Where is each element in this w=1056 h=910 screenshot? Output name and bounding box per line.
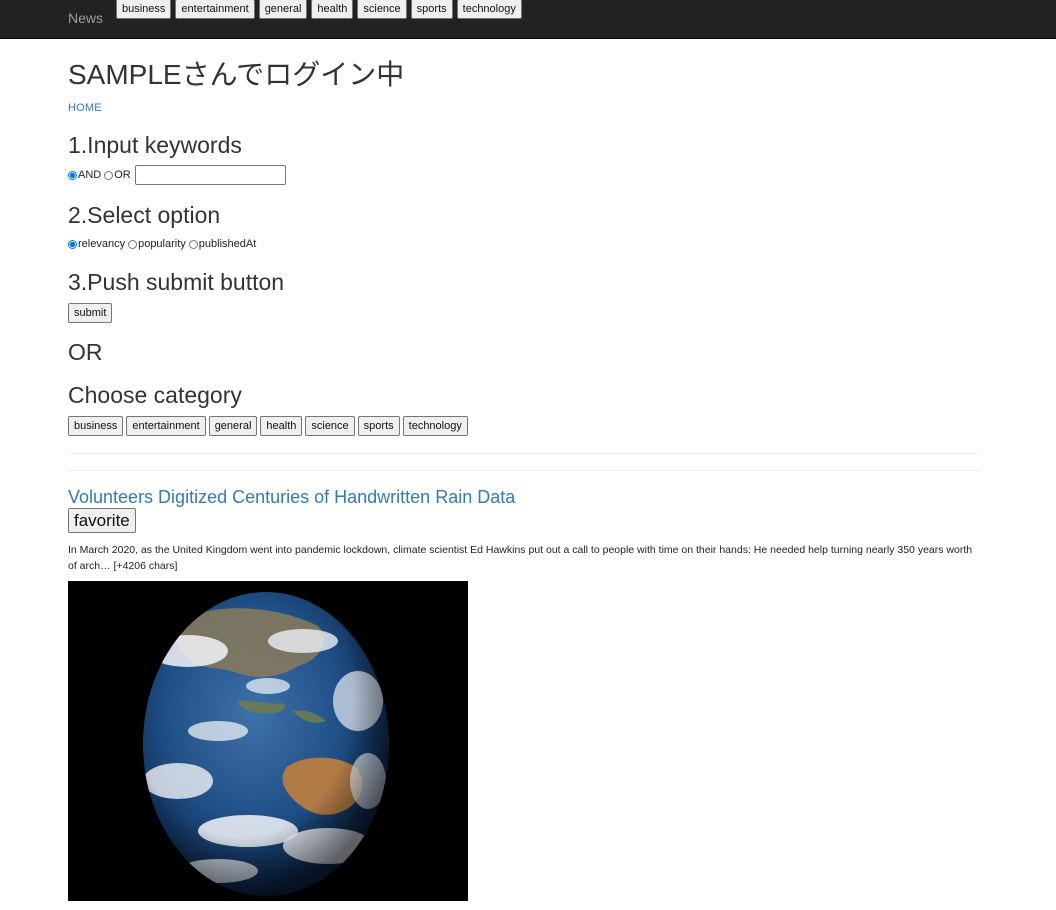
- keyword-input[interactable]: [134, 165, 286, 185]
- divider: [68, 453, 980, 454]
- sort-option-row: relevancy popularity publishedAt: [67, 238, 258, 250]
- publishedat-option[interactable]: publishedAt: [188, 238, 257, 250]
- page-title: SAMPLEさんでログイン中: [68, 59, 405, 90]
- category-buttons: business entertainment general health sc…: [68, 416, 468, 436]
- or-radio[interactable]: [104, 170, 114, 180]
- publishedat-radio[interactable]: [188, 239, 198, 249]
- popularity-label: popularity: [138, 238, 186, 250]
- top-navbar: News business entertainment general heal…: [0, 0, 1056, 39]
- or-heading: OR: [68, 339, 103, 365]
- relevancy-option[interactable]: relevancy: [67, 238, 125, 250]
- relevancy-label: relevancy: [78, 238, 126, 250]
- and-radio[interactable]: [68, 170, 77, 180]
- keyword-mode-row: AND OR: [67, 165, 286, 185]
- nav-category-technology[interactable]: technology: [456, 0, 522, 19]
- category-technology[interactable]: technology: [402, 416, 468, 436]
- favorite-button[interactable]: favorite: [68, 508, 136, 533]
- article-title-link[interactable]: Volunteers Digitized Centuries of Handwr…: [68, 486, 515, 508]
- category-business[interactable]: business: [68, 416, 124, 436]
- relevancy-radio[interactable]: [68, 239, 77, 249]
- navbar-brand[interactable]: News: [68, 10, 103, 26]
- article-description: In March 2020, as the United Kingdom wen…: [68, 544, 973, 572]
- nav-category-general[interactable]: general: [258, 0, 308, 19]
- and-label: AND: [78, 169, 102, 181]
- step1-heading: 1.Input keywords: [68, 132, 242, 158]
- category-entertainment[interactable]: entertainment: [126, 416, 206, 436]
- nav-category-entertainment[interactable]: entertainment: [175, 0, 255, 19]
- home-link[interactable]: HOME: [68, 102, 102, 114]
- nav-category-sports[interactable]: sports: [410, 0, 453, 19]
- publishedat-label: publishedAt: [198, 238, 257, 250]
- article-image: [68, 581, 468, 901]
- category-general[interactable]: general: [208, 416, 258, 436]
- or-option[interactable]: OR: [103, 169, 131, 181]
- earth-globe-photo: [68, 581, 468, 901]
- category-science[interactable]: science: [305, 416, 355, 436]
- popularity-option[interactable]: popularity: [127, 238, 186, 250]
- nav-category-business[interactable]: business: [116, 0, 172, 19]
- popularity-radio[interactable]: [128, 239, 138, 249]
- navbar-category-buttons: business entertainment general health sc…: [116, 0, 522, 19]
- step2-heading: 2.Select option: [68, 202, 221, 228]
- submit-button[interactable]: submit: [68, 303, 113, 323]
- category-health[interactable]: health: [260, 416, 303, 436]
- or-label: OR: [114, 169, 131, 181]
- nav-category-science[interactable]: science: [357, 0, 407, 19]
- choose-category-heading: Choose category: [68, 382, 242, 408]
- divider: [68, 470, 980, 471]
- step3-heading: 3.Push submit button: [68, 269, 285, 295]
- nav-category-health[interactable]: health: [311, 0, 354, 19]
- and-option[interactable]: AND: [67, 169, 101, 181]
- category-sports[interactable]: sports: [357, 416, 400, 436]
